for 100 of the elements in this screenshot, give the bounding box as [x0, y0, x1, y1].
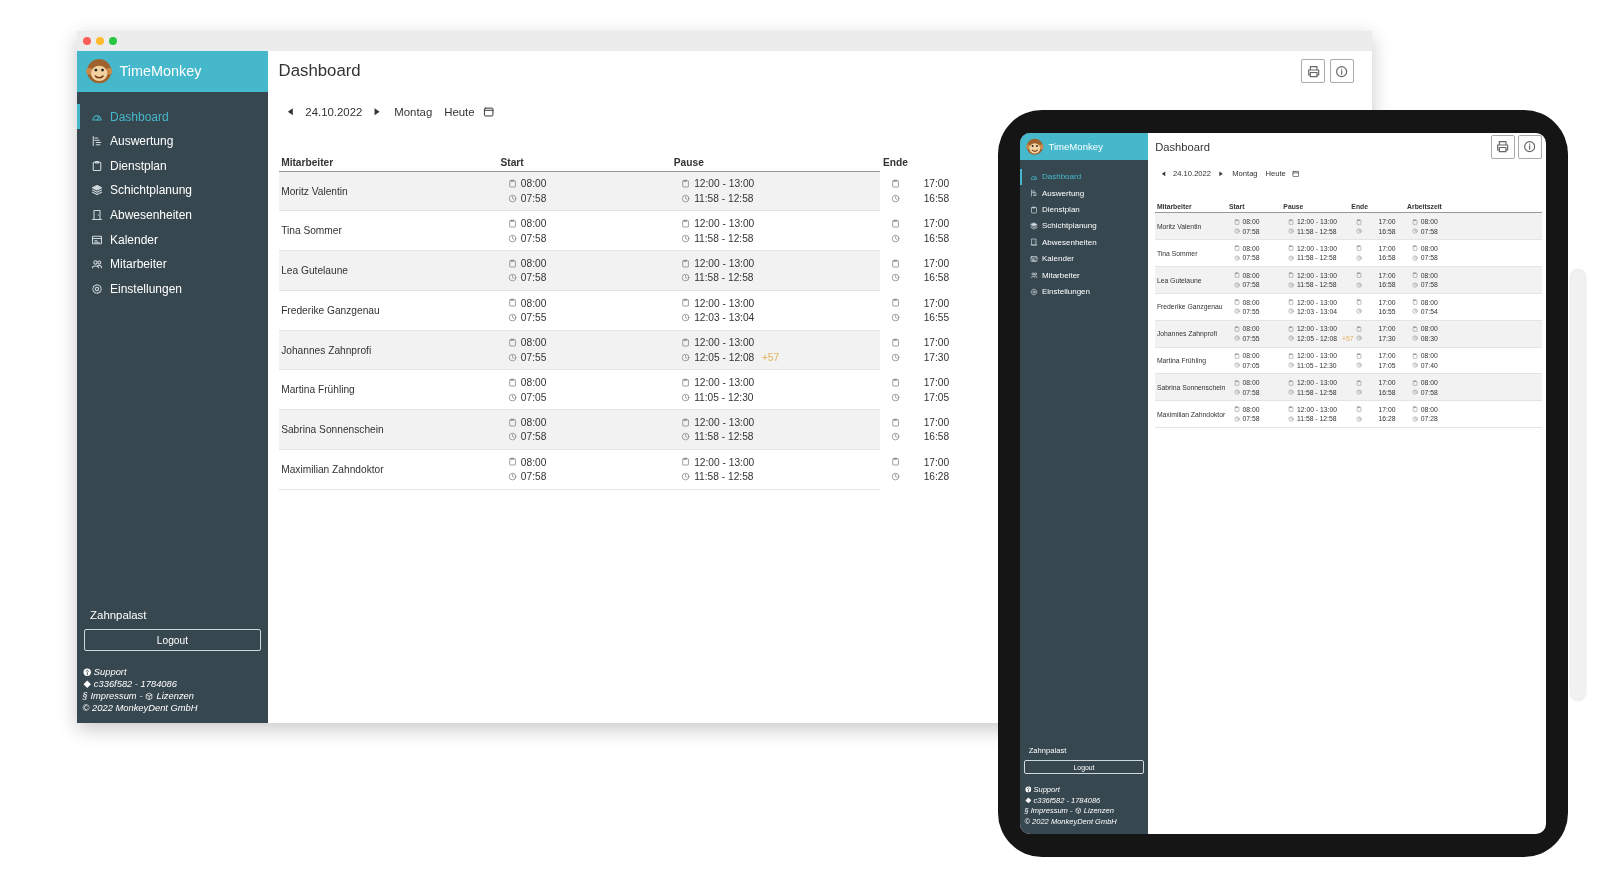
licenses-link[interactable]: Lizenzen: [156, 690, 194, 701]
calendar-button[interactable]: [1291, 169, 1300, 178]
clipboard-icon: [681, 298, 691, 308]
version-text: c336f582 - 1784086: [93, 679, 177, 689]
actual-time: 16:55: [923, 312, 950, 324]
door-icon: [1029, 238, 1038, 247]
clipboard-icon: [508, 338, 518, 348]
help-icon: [1024, 786, 1032, 794]
clipboard-icon: [681, 457, 691, 467]
clipboard-icon: [1356, 245, 1363, 252]
logout-button[interactable]: Logout: [83, 629, 262, 651]
planned-time: 17:00: [923, 257, 950, 269]
diamond-icon: [1024, 796, 1032, 804]
nav-item[interactable]: Auswertung: [1020, 184, 1148, 202]
planned-time: 12:00 - 13:00: [694, 257, 755, 269]
next-day-button[interactable]: [1216, 169, 1225, 178]
clipboard-icon: [1288, 406, 1295, 413]
triangle-left-icon: [1159, 169, 1168, 178]
triangle-right-icon: [1216, 169, 1225, 178]
clipboard-icon: [681, 338, 691, 348]
employee-name: Moritz Valentin: [280, 185, 349, 197]
previous-day-button[interactable]: [1159, 169, 1168, 178]
clipboard-icon: [1234, 218, 1241, 225]
calendar-icon: [1291, 169, 1300, 178]
clipboard-icon: [1288, 299, 1295, 306]
today-link[interactable]: Heute: [444, 105, 475, 118]
clipboard-icon: [1412, 245, 1419, 252]
info-icon: [1523, 139, 1537, 154]
date-text: 24.10.2022: [305, 105, 363, 118]
copyright-text: © 2022 MonkeyDent GmbH: [82, 702, 199, 713]
clipboard-icon: [1356, 218, 1363, 225]
actual-time: 16:58: [923, 431, 950, 443]
clipboard-icon: [890, 417, 900, 427]
actual-time: 16:58: [923, 272, 950, 284]
nav-item[interactable]: Mitarbeiter: [1020, 266, 1148, 284]
clipboard-icon: [681, 218, 691, 229]
nav-item[interactable]: Abwesenheiten: [1020, 234, 1148, 251]
print-button[interactable]: [1301, 59, 1326, 84]
clipboard-icon: [1412, 379, 1419, 386]
actual-time: 11:05 - 12:30: [694, 391, 754, 403]
info-button[interactable]: [1330, 59, 1354, 84]
settings-icon: [91, 282, 104, 295]
clipboard-icon: [1412, 218, 1419, 225]
nav-item[interactable]: Dienstplan: [1020, 201, 1148, 218]
nav-item[interactable]: Auswertung: [77, 129, 268, 154]
actual-time: 11:58 - 12:58: [694, 232, 754, 244]
print-button[interactable]: [1490, 134, 1515, 159]
nav-item[interactable]: Schichtplanung: [1020, 217, 1148, 235]
nav-item[interactable]: Dienstplan: [77, 153, 268, 179]
diamond-icon: [82, 679, 92, 689]
monkey-logo-icon: [1026, 137, 1044, 156]
clipboard-icon: [508, 258, 518, 268]
actual-time: 16:58: [923, 232, 950, 244]
info-button[interactable]: [1518, 134, 1542, 159]
calendar-button[interactable]: [483, 106, 495, 118]
info-icon: [1335, 64, 1349, 79]
clipboard-icon: [1288, 379, 1295, 386]
nav-item[interactable]: Dashboard: [77, 104, 268, 129]
support-link[interactable]: Support: [93, 667, 127, 678]
actual-time: 17:30: [923, 351, 950, 363]
nav-item[interactable]: Mitarbeiter: [77, 251, 268, 277]
planned-time: 08:00: [520, 456, 547, 468]
clipboard-icon: [508, 377, 518, 388]
calendar-icon: [483, 106, 495, 118]
clipboard-icon: [1356, 406, 1363, 413]
page-title: Dashboard: [278, 61, 362, 82]
clipboard-icon: [508, 218, 518, 229]
clipboard-icon: [681, 179, 691, 189]
actual-time: 07:58: [520, 471, 547, 483]
printer-icon: [1306, 64, 1320, 79]
nav-item[interactable]: Einstellungen: [77, 276, 268, 302]
planned-time: 17:00: [923, 337, 950, 349]
nav-item[interactable]: Dashboard: [1020, 168, 1148, 185]
clipboard-icon: [1356, 352, 1363, 359]
people-icon: [1029, 271, 1038, 280]
actual-time: 11:58 - 12:58: [694, 431, 754, 443]
nav-item[interactable]: Kalender: [77, 227, 268, 252]
impressum-link[interactable]: § Impressum: [82, 690, 137, 701]
nav-item[interactable]: Einstellungen: [1020, 283, 1148, 300]
nav-item[interactable]: Kalender: [1020, 250, 1148, 267]
nav-item[interactable]: Abwesenheiten: [77, 202, 268, 228]
planned-time: 08:00: [520, 218, 547, 230]
clipboard-icon: [681, 417, 691, 427]
clipboard-icon: [508, 417, 518, 427]
clipboard-icon: [1356, 299, 1363, 306]
clipboard-icon: [890, 218, 900, 229]
close-button[interactable]: [83, 37, 91, 45]
planned-time: 08:00: [520, 178, 547, 190]
planned-time: 12:00 - 13:00: [694, 297, 755, 309]
actual-time: 11:58 - 12:58: [694, 471, 754, 483]
actual-time: 07:58: [520, 192, 547, 204]
nav-item[interactable]: Schichtplanung: [77, 178, 268, 203]
clipboard-icon: [1288, 245, 1295, 252]
calendar-icon: [1029, 254, 1038, 263]
planned-time: 08:00: [520, 297, 547, 309]
employee-name: Johannes Zahnprofi: [280, 344, 373, 356]
clipboard-icon: [1288, 218, 1295, 225]
planned-time: 17:00: [923, 416, 950, 428]
clipboard-icon: [91, 159, 104, 172]
actual-time: 16:28: [923, 471, 950, 483]
